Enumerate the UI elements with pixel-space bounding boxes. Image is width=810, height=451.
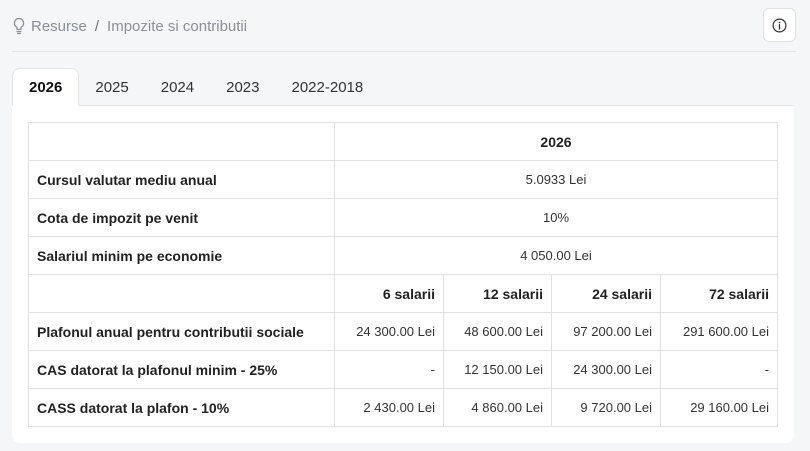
table-row: CASS datorat la plafon - 10% 2 430.00 Le…: [28, 388, 778, 427]
row-label: CASS datorat la plafon - 10%: [28, 388, 335, 427]
breadcrumb: Resurse / Impozite si contributii: [12, 16, 247, 36]
column-header: 24 salarii: [551, 274, 661, 313]
tab-2023[interactable]: 2023: [210, 68, 275, 106]
table-cell: 97 200.00 Lei: [551, 312, 661, 351]
tab-2024[interactable]: 2024: [145, 68, 210, 106]
table-cell: 24 300.00 Lei: [334, 312, 444, 351]
table-row: 6 salarii 12 salarii 24 salarii 72 salar…: [28, 274, 778, 313]
tab-2022-2018[interactable]: 2022-2018: [276, 68, 380, 106]
table-cell: 2 430.00 Lei: [334, 388, 444, 427]
breadcrumb-root-link[interactable]: Resurse: [31, 18, 87, 35]
tax-table: 2026 Cursul valutar mediu anual 5.0933 L…: [28, 122, 778, 427]
table-cell: 4 860.00 Lei: [443, 388, 552, 427]
table-cell: -: [334, 350, 444, 389]
empty-cell: [28, 274, 335, 313]
table-cell: 48 600.00 Lei: [443, 312, 552, 351]
column-header: 6 salarii: [334, 274, 444, 313]
info-icon: [772, 17, 787, 33]
table-row: 2026: [28, 122, 778, 161]
tab-2025[interactable]: 2025: [79, 68, 144, 106]
column-header: 12 salarii: [443, 274, 552, 313]
empty-cell: [28, 122, 335, 161]
table-cell: 29 160.00 Lei: [660, 388, 778, 427]
year-tabs: 2026 2025 2024 2023 2022-2018: [12, 68, 379, 106]
row-label: Salariul minim pe economie: [28, 236, 335, 275]
row-label: Cursul valutar mediu anual: [28, 160, 335, 199]
breadcrumb-separator: /: [94, 17, 100, 35]
table-row: Cursul valutar mediu anual 5.0933 Lei: [28, 160, 778, 199]
table-cell: -: [660, 350, 778, 389]
lightbulb-icon: [13, 17, 25, 35]
year-header: 2026: [334, 122, 778, 161]
row-label: Cota de impozit pe venit: [28, 198, 335, 237]
top-bar: Resurse / Impozite si contributii: [12, 0, 796, 52]
table-row: Cota de impozit pe venit 10%: [28, 198, 778, 237]
tab-2026[interactable]: 2026: [12, 68, 80, 106]
table-cell: 9 720.00 Lei: [551, 388, 661, 427]
row-label: CAS datorat la plafonul minim - 25%: [28, 350, 335, 389]
table-row: Salariul minim pe economie 4 050.00 Lei: [28, 236, 778, 275]
table-cell: 291 600.00 Lei: [660, 312, 778, 351]
row-label: Plafonul anual pentru contributii social…: [28, 312, 335, 351]
table-cell: 12 150.00 Lei: [443, 350, 552, 389]
table-row: Plafonul anual pentru contributii social…: [28, 312, 778, 351]
column-header: 72 salarii: [660, 274, 778, 313]
row-value: 4 050.00 Lei: [334, 236, 778, 275]
row-value: 5.0933 Lei: [334, 160, 778, 199]
breadcrumb-current: Impozite si contributii: [107, 17, 248, 35]
row-value: 10%: [334, 198, 778, 237]
info-button[interactable]: [763, 8, 796, 42]
tab-panel: 2026 Cursul valutar mediu anual 5.0933 L…: [12, 105, 794, 443]
table-cell: 24 300.00 Lei: [551, 350, 661, 389]
table-row: CAS datorat la plafonul minim - 25% - 12…: [28, 350, 778, 389]
